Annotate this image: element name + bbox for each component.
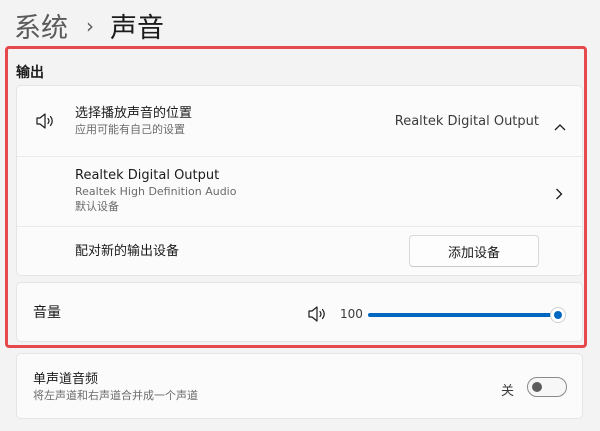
volume-slider-thumb[interactable]: [550, 307, 566, 323]
choose-output-row[interactable]: 选择播放声音的位置 应用可能有自己的设置 Realtek Digital Out…: [17, 86, 582, 156]
choose-output-subtitle: 应用可能有自己的设置: [75, 123, 185, 136]
breadcrumb: 系统 › 声音: [14, 6, 164, 45]
device-status: 默认设备: [75, 200, 119, 213]
volume-label: 音量: [33, 305, 61, 321]
output-device-card: 选择播放声音的位置 应用可能有自己的设置 Realtek Digital Out…: [16, 85, 583, 276]
speaker-icon: [35, 112, 55, 134]
section-title-output: 输出: [16, 65, 44, 81]
mono-audio-title: 单声道音频: [33, 372, 99, 387]
breadcrumb-parent-system[interactable]: 系统: [14, 6, 68, 45]
selected-output-device: Realtek Digital Output: [394, 114, 539, 129]
chevron-right-icon[interactable]: [555, 185, 563, 204]
speaker-volume-icon[interactable]: [307, 305, 329, 327]
mono-toggle-state: 关: [501, 384, 515, 399]
page-title: 声音: [110, 13, 164, 44]
mono-audio-card: 单声道音频 将左声道和右声道合并成一个声道 关: [16, 353, 583, 419]
volume-card: 音量 100: [16, 282, 583, 342]
device-description: Realtek High Definition Audio: [75, 185, 237, 198]
device-name: Realtek Digital Output: [75, 168, 220, 183]
mono-audio-subtitle: 将左声道和右声道合并成一个声道: [33, 389, 198, 402]
breadcrumb-separator: ›: [86, 13, 94, 38]
output-device-item[interactable]: Realtek Digital Output Realtek High Defi…: [17, 157, 582, 226]
volume-value: 100: [340, 307, 363, 321]
choose-output-title: 选择播放声音的位置: [75, 106, 193, 121]
pair-device-row: 配对新的输出设备 添加设备: [17, 227, 582, 277]
volume-slider-track[interactable]: [368, 313, 553, 317]
toggle-knob: [532, 382, 542, 392]
add-device-button[interactable]: 添加设备: [409, 235, 539, 267]
mono-audio-toggle[interactable]: [527, 377, 567, 397]
chevron-up-icon[interactable]: [554, 116, 566, 135]
pair-device-label: 配对新的输出设备: [75, 244, 180, 259]
